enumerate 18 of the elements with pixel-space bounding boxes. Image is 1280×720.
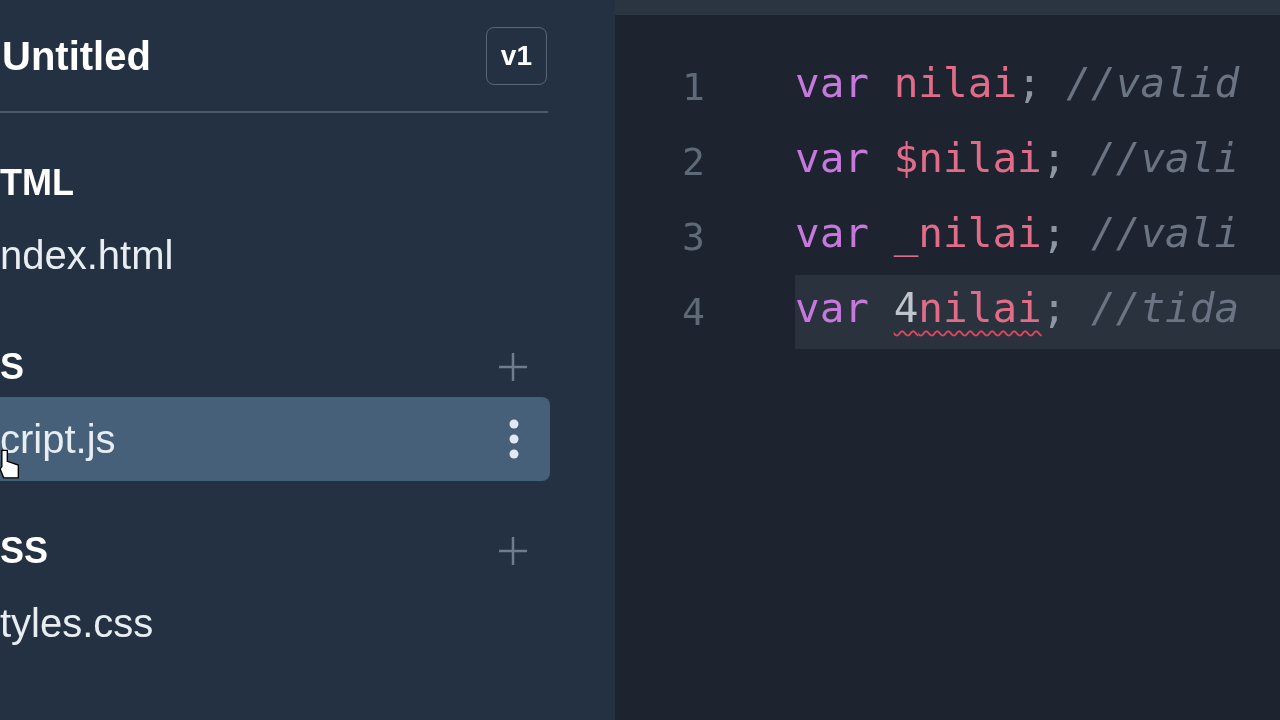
code-line: var nilai; //valid <box>795 57 1241 109</box>
code-line: var $nilai; //vali <box>795 132 1241 184</box>
file-item[interactable]: cript.js <box>0 397 550 481</box>
code-line: var _nilai; //vali <box>795 207 1241 259</box>
line-number: 3 <box>681 214 705 259</box>
more-icon[interactable] <box>508 419 520 459</box>
line-number: 4 <box>681 289 705 334</box>
add-icon[interactable] <box>498 352 528 382</box>
file-item[interactable]: tyles.css <box>0 581 550 665</box>
add-icon[interactable] <box>498 536 528 566</box>
line-number: 1 <box>681 64 705 109</box>
version-badge[interactable]: v1 <box>485 27 547 85</box>
project-title: Untitled <box>1 33 151 79</box>
file-item[interactable]: ndex.html <box>0 213 550 297</box>
section-label: SS <box>0 530 49 572</box>
section-label: S <box>0 346 24 388</box>
line-number: 2 <box>681 139 705 184</box>
section-label: TML <box>0 162 74 204</box>
